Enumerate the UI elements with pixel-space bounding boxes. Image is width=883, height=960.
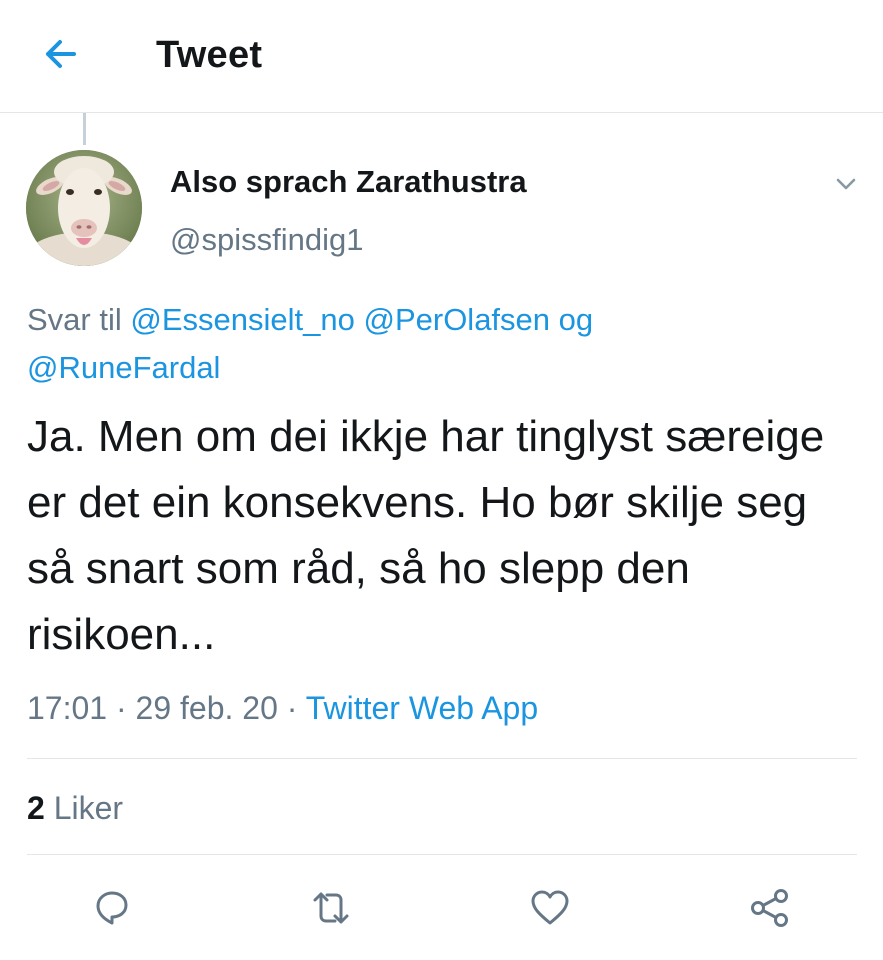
reply-icon bbox=[96, 891, 128, 925]
reply-context: Svar til @Essensielt_no @PerOlafsen og @… bbox=[27, 296, 847, 392]
share-icon bbox=[751, 889, 788, 927]
retweet-button[interactable] bbox=[307, 884, 355, 932]
chevron-down-icon bbox=[836, 178, 856, 190]
tweet-date: 29 feb. 20 bbox=[135, 690, 278, 726]
like-button[interactable] bbox=[526, 884, 574, 932]
back-button[interactable] bbox=[38, 32, 82, 76]
meta-separator: · bbox=[115, 690, 127, 726]
divider bbox=[27, 854, 857, 855]
arrow-left-icon bbox=[46, 40, 76, 68]
retweet-icon bbox=[313, 892, 349, 924]
author-name[interactable]: Also sprach Zarathustra bbox=[170, 164, 527, 200]
thread-connector-line bbox=[83, 113, 86, 145]
top-app-bar: Tweet bbox=[0, 0, 883, 113]
tweet-meta: 17:01 · 29 feb. 20 · Twitter Web App bbox=[27, 690, 538, 727]
tweet-options-button[interactable] bbox=[830, 168, 862, 200]
meta-separator: · bbox=[286, 690, 298, 726]
sheep-avatar-image bbox=[26, 150, 142, 266]
mention-link[interactable]: @RuneFardal bbox=[27, 350, 220, 385]
avatar[interactable] bbox=[26, 150, 142, 266]
likes-summary[interactable]: 2 Liker bbox=[27, 790, 123, 827]
mention-link[interactable]: @PerOlafsen bbox=[363, 302, 550, 337]
share-button[interactable] bbox=[746, 884, 794, 932]
likes-label: Liker bbox=[53, 790, 124, 826]
tweet-source-link[interactable]: Twitter Web App bbox=[306, 690, 538, 726]
reply-conjunction: og bbox=[558, 302, 594, 337]
author-handle[interactable]: @spissfindig1 bbox=[170, 222, 363, 258]
tweet-time: 17:01 bbox=[27, 690, 108, 726]
tweet-text: Ja. Men om dei ikkje har tinglyst særeig… bbox=[27, 412, 825, 659]
mention-link[interactable]: @Essensielt_no bbox=[130, 302, 354, 337]
reply-prefix: Svar til bbox=[27, 302, 122, 337]
page-title: Tweet bbox=[156, 34, 263, 76]
divider bbox=[27, 758, 857, 759]
reply-button[interactable] bbox=[88, 884, 136, 932]
likes-count: 2 bbox=[27, 790, 45, 826]
heart-icon bbox=[531, 890, 569, 925]
